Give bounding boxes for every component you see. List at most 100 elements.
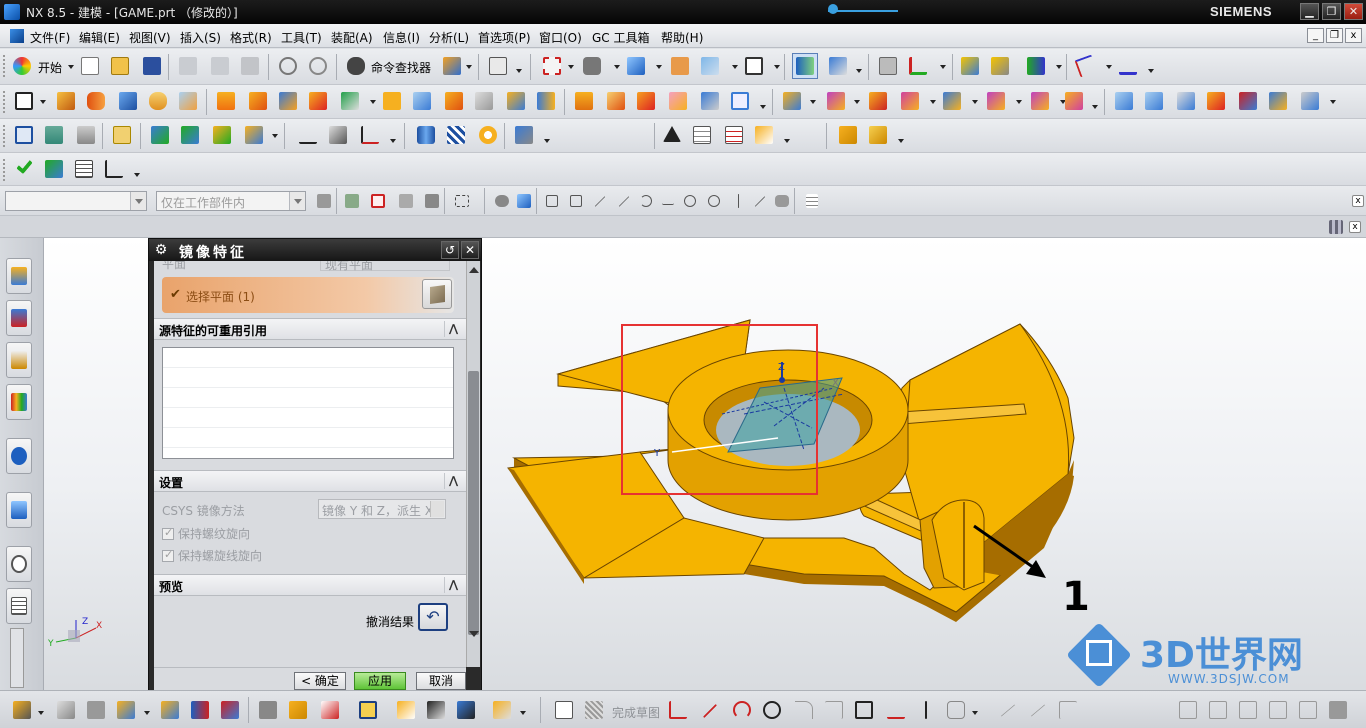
quick-trim-icon[interactable] [996,698,1020,722]
web-browser-tab[interactable] [6,438,32,474]
snap-on-curve-icon[interactable] [748,189,772,213]
menu-tools[interactable]: 工具(T) [281,29,322,46]
dimension-sketch-icon[interactable] [1266,698,1290,722]
plane-type-combo[interactable]: 现有平面 [320,261,450,272]
fit-view-icon[interactable] [540,54,564,78]
background-icon[interactable] [742,54,766,78]
studio-surface-icon[interactable] [1298,89,1322,113]
doc-minimize-button[interactable]: _ [1307,28,1324,43]
wcs-icon[interactable] [906,54,930,78]
snap-perpendicular-icon[interactable] [656,189,680,213]
mirror-assembly-icon[interactable] [158,698,182,722]
copy-icon[interactable] [208,54,232,78]
roles-tab[interactable] [6,588,32,624]
doc-restore-button[interactable]: ❐ [1326,28,1343,43]
snap-midpoint-icon[interactable] [564,189,588,213]
make-coplanar-icon[interactable] [1028,89,1052,113]
nx-menu-icon[interactable] [10,29,24,43]
restore-button[interactable]: ❐ [1322,3,1341,20]
drafting-icon[interactable] [242,123,266,147]
edge-blend-icon[interactable] [410,89,434,113]
assembly-add-icon[interactable] [148,123,172,147]
reuse-library-icon[interactable] [836,123,860,147]
snap-center-icon[interactable] [678,189,702,213]
snap-line-icon[interactable] [588,189,612,213]
part-navigator-icon[interactable] [876,54,900,78]
history-tab[interactable] [6,492,32,528]
apply-button[interactable]: 应用 [354,672,406,690]
sketch-fillet-icon[interactable] [792,698,816,722]
snap-endpoint-icon[interactable] [540,189,564,213]
snap-arc-icon[interactable] [634,189,658,213]
sketch-polyline-icon[interactable] [884,698,908,722]
list-item[interactable] [163,408,453,428]
move-face-icon[interactable] [824,89,848,113]
dialog-scrollbar[interactable] [466,261,480,667]
sketch-polygon-icon[interactable] [944,698,968,722]
keep-helix-checkbox[interactable]: 保持螺旋线旋向 [162,547,262,564]
cut-icon[interactable] [176,54,200,78]
resource-scroll[interactable] [10,628,24,688]
assembly-navigator-tab[interactable] [6,258,32,294]
snap-curve-icon[interactable] [420,189,444,213]
assembly-constraint-icon[interactable] [178,123,202,147]
check-list-icon[interactable] [42,157,66,181]
route-icon[interactable] [424,698,448,722]
section-icon[interactable] [698,89,722,113]
part-list-icon[interactable] [752,123,776,147]
chamfer-icon[interactable] [442,89,466,113]
gc-cylinder-icon[interactable] [414,123,438,147]
wave-icon[interactable] [318,698,342,722]
close-button[interactable]: ✕ [1344,3,1363,20]
block-icon[interactable] [116,89,140,113]
cylinder-icon[interactable] [146,89,170,113]
binoculars-icon[interactable] [344,54,368,78]
snap-existing-point-icon[interactable] [726,189,750,213]
draft-icon[interactable] [504,89,528,113]
part-navigator-tab[interactable] [6,342,32,378]
constraint-icon[interactable] [1176,698,1200,722]
project-curve-icon[interactable] [326,123,350,147]
curve-on-surface-icon[interactable] [296,123,320,147]
move-component-icon[interactable] [210,123,234,147]
finish-sketch-label[interactable]: 完成草图 [612,704,660,721]
explode-icon[interactable] [218,698,242,722]
datum-csys-icon[interactable] [12,123,36,147]
dialog-settings-icon[interactable]: ⚙ [153,242,169,258]
list-item[interactable] [163,388,453,408]
menu-file[interactable]: 文件(F) [30,29,70,46]
settings-collapse-icon[interactable]: ⋀ [444,473,462,489]
list-item[interactable] [163,348,453,368]
shaft-icon[interactable] [512,123,536,147]
start-menu-label[interactable]: 开始 [38,59,62,76]
ruled-icon[interactable] [1174,89,1198,113]
selection-scope-combo[interactable]: 仅在工作部件内 [156,191,306,211]
offset-region-icon[interactable] [984,89,1008,113]
dialog-close-icon[interactable]: ✕ [461,241,479,259]
surface-icon[interactable] [1112,89,1136,113]
reuse-section-header[interactable]: 源特征的可重用引用 ⋀ [154,318,466,340]
menu-analysis[interactable]: 分析(L) [429,29,469,46]
expression-icon[interactable] [110,123,134,147]
preview-collapse-icon[interactable]: ⋀ [444,577,462,593]
menu-insert[interactable]: 插入(S) [180,29,221,46]
info-select-icon[interactable] [486,54,510,78]
table-icon[interactable] [690,123,714,147]
select-body-icon[interactable] [512,189,536,213]
component-icon[interactable] [54,698,78,722]
doc-close-button[interactable]: x [1345,28,1362,43]
make-corner-icon[interactable] [1056,698,1080,722]
offset-face-icon[interactable] [572,89,596,113]
select-feature-icon[interactable] [312,189,336,213]
resize-face-icon[interactable] [940,89,964,113]
measure-icon[interactable] [988,54,1012,78]
select-plane-row[interactable]: ✔ 选择平面 (1) [162,277,454,313]
chain-icon[interactable] [394,698,418,722]
reuse-library-tab[interactable] [6,384,32,420]
move-object-icon[interactable] [826,54,850,78]
add-component-icon[interactable] [114,698,138,722]
snap-arrow-icon[interactable] [394,189,418,213]
start-icon[interactable] [10,54,34,78]
rectangle-select-icon[interactable] [450,189,474,213]
csys-method-combo[interactable]: 镜像 Y 和 Z，派生 X [318,499,446,519]
